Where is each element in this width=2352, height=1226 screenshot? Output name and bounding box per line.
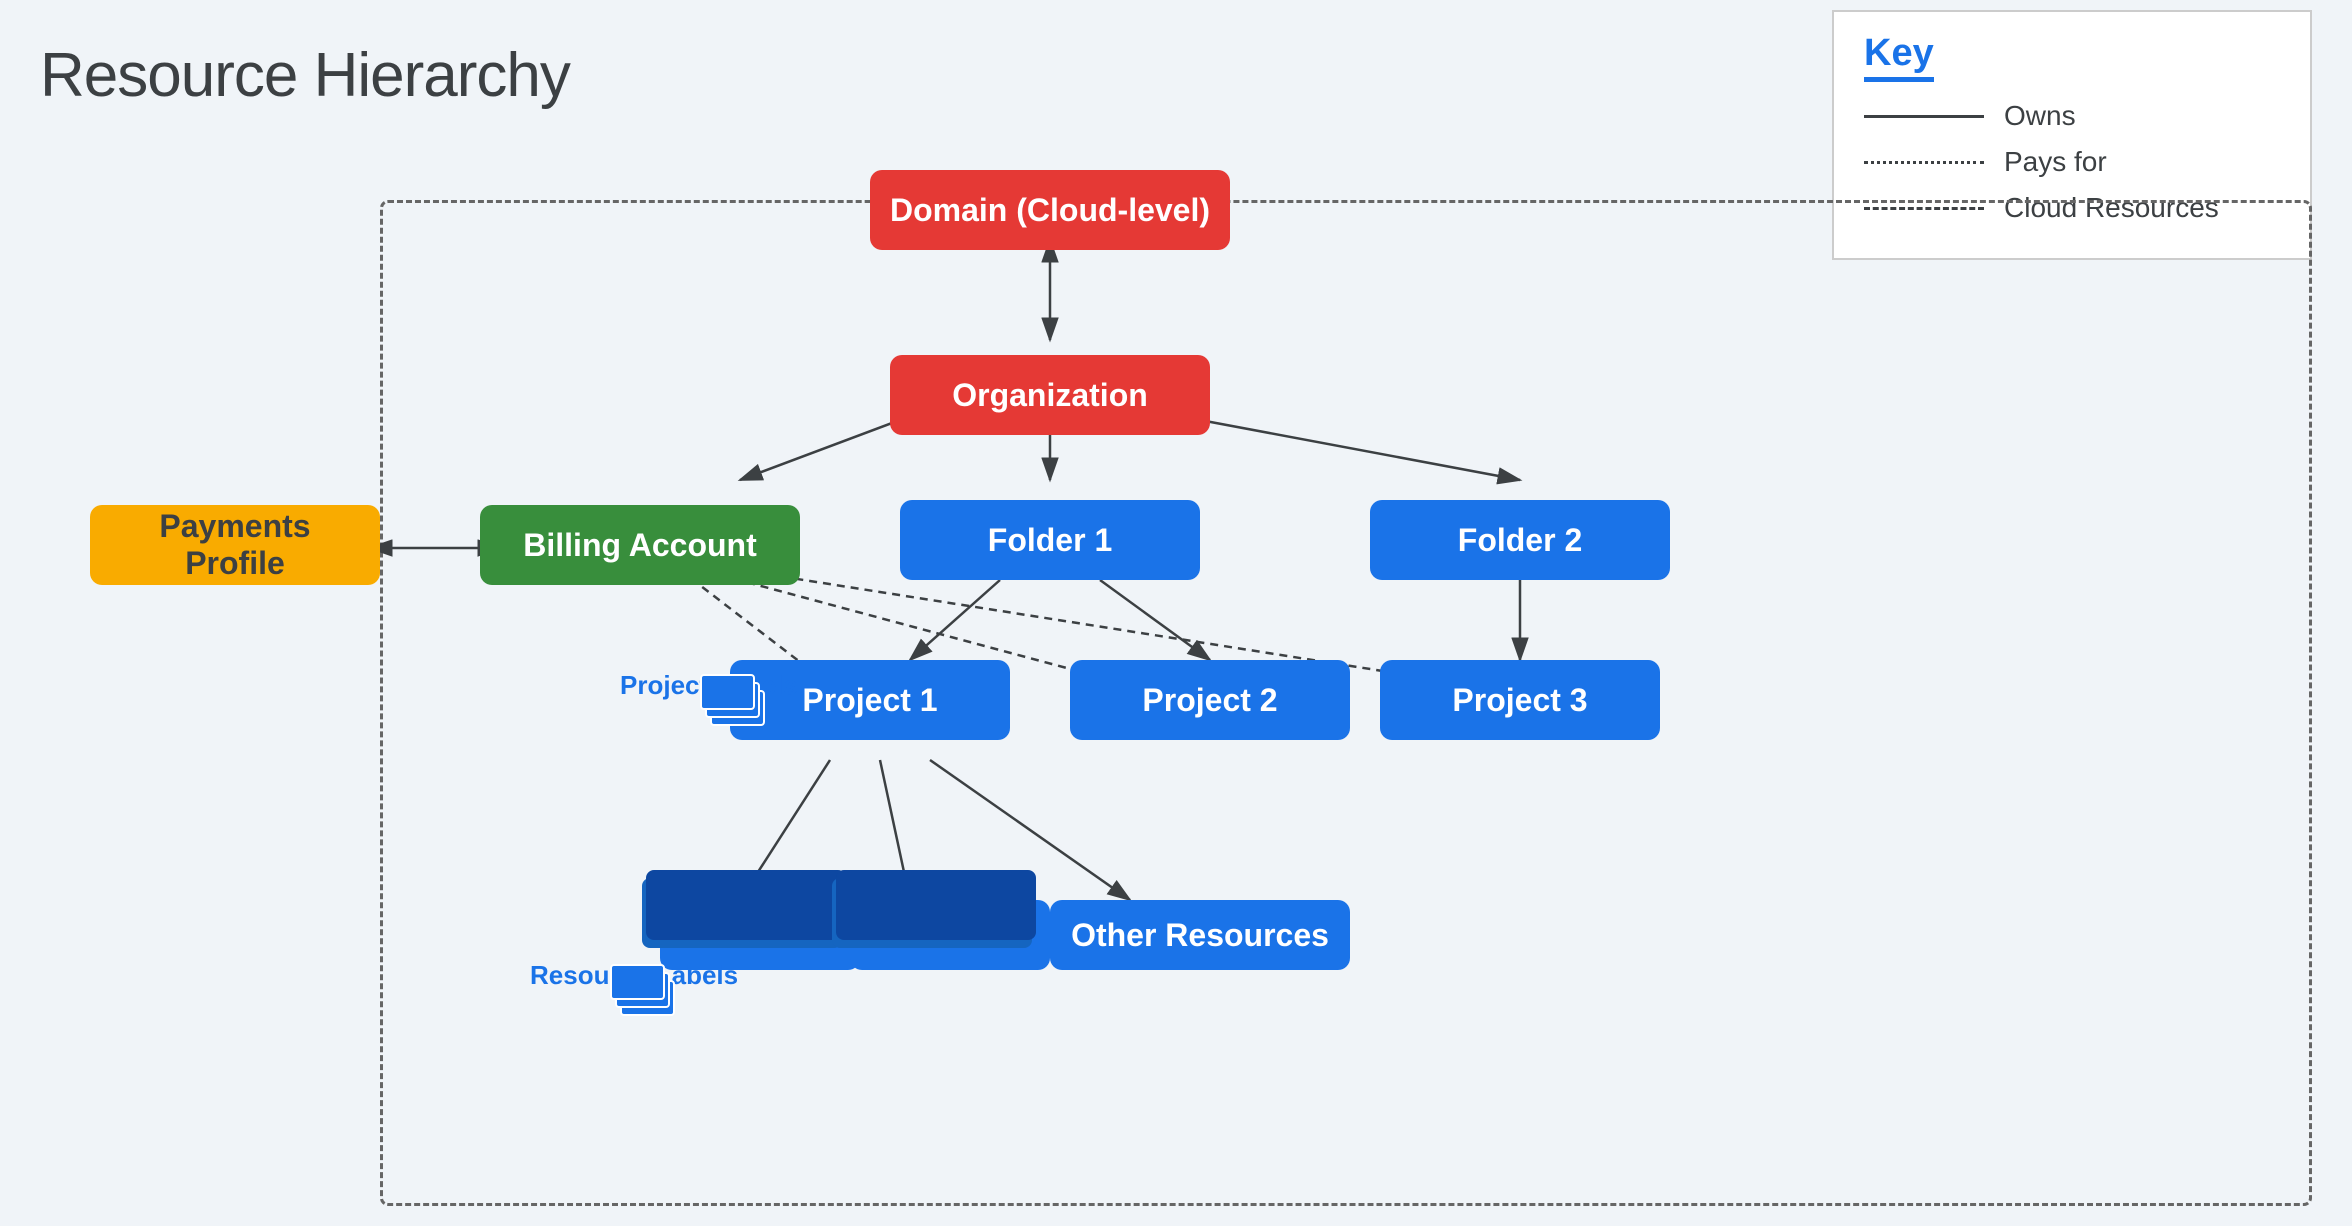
key-title: Key	[1864, 32, 1934, 82]
project-labels-stack-icon	[700, 672, 770, 732]
billing-account-node: Billing Account	[480, 505, 800, 585]
organization-node: Organization	[890, 355, 1210, 435]
owns-line-icon	[1864, 115, 1984, 118]
key-item-owns: Owns	[1864, 100, 2280, 132]
page-title: Resource Hierarchy	[40, 40, 570, 111]
project2-node: Project 2	[1070, 660, 1350, 740]
folder1-node: Folder 1	[900, 500, 1200, 580]
diagram-wrapper: Domain (Cloud-level) Organization Billin…	[40, 140, 2312, 1206]
resource-labels-stack-icon	[610, 962, 680, 1022]
project3-node: Project 3	[1380, 660, 1660, 740]
other-resources-node: Other Resources	[1050, 900, 1350, 970]
payments-profile-node: Payments Profile	[90, 505, 380, 585]
vm-stack-background	[640, 888, 860, 968]
folder2-node: Folder 2	[1370, 500, 1670, 580]
db-stack-background	[830, 888, 1050, 968]
domain-node: Domain (Cloud-level)	[870, 170, 1230, 250]
